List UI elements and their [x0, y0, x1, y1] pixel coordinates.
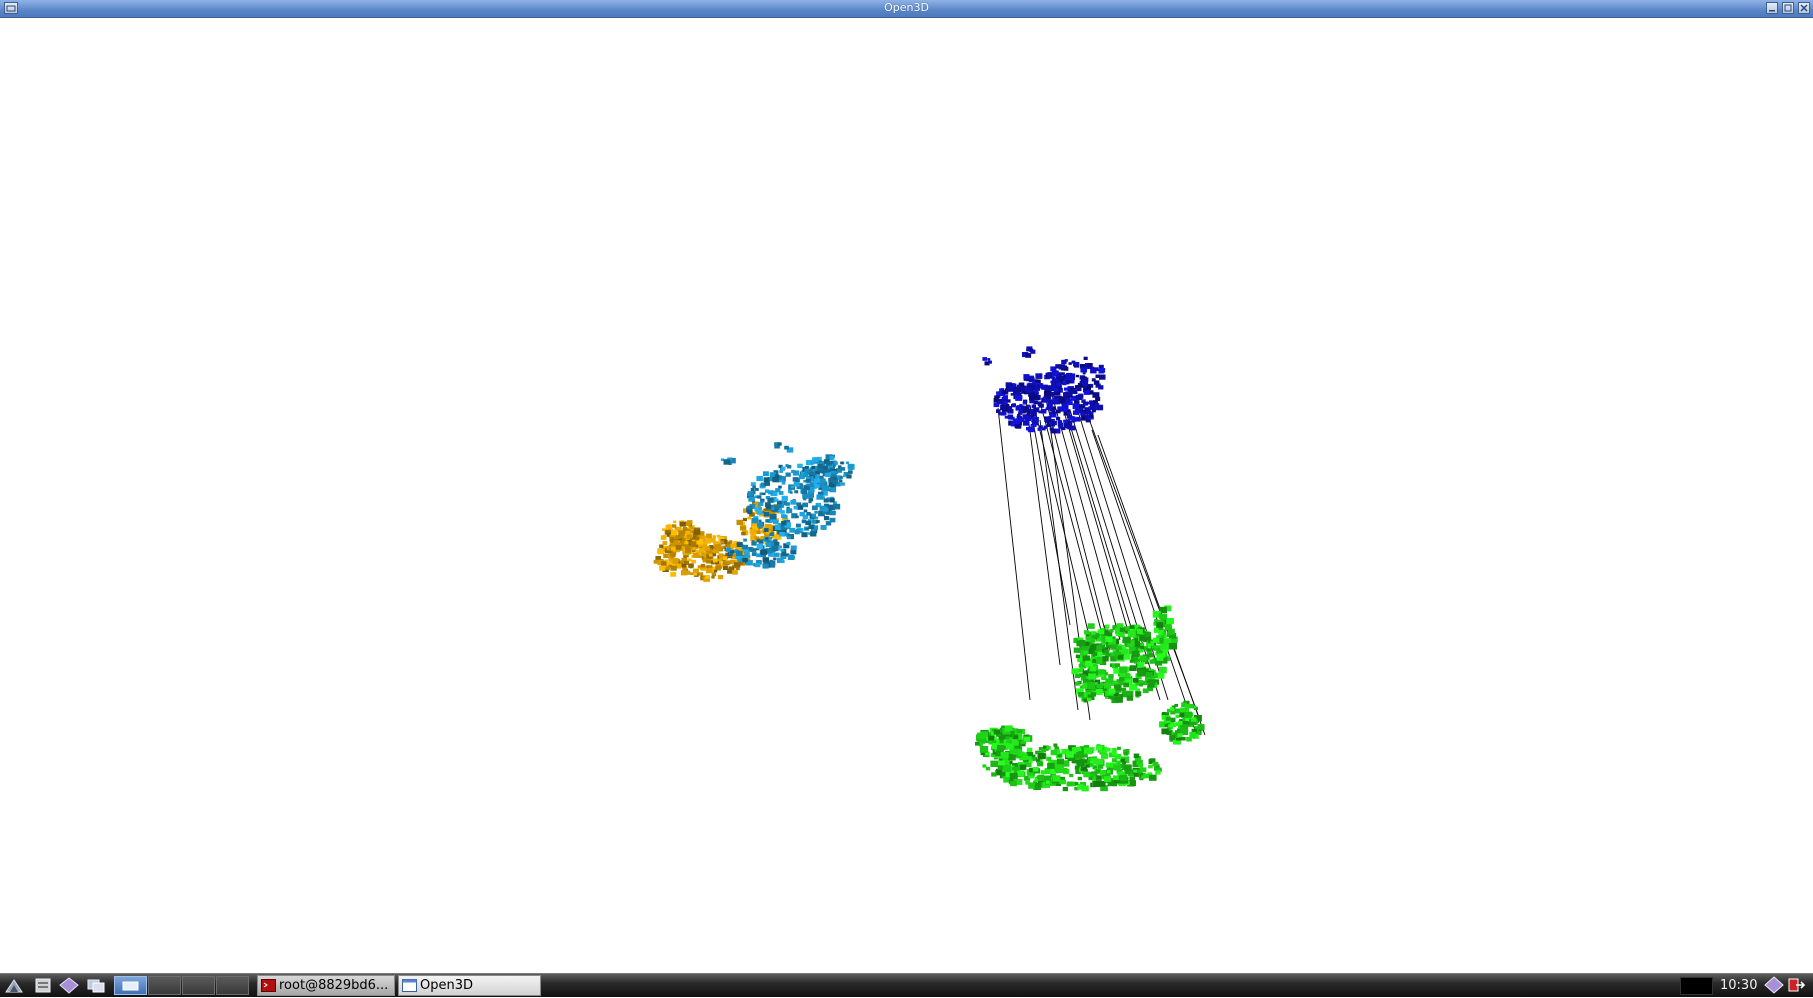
network-icon[interactable] [1764, 976, 1784, 998]
windows-icon[interactable] [84, 976, 107, 995]
window-title: Open3D [884, 1, 929, 14]
minimize-button[interactable] [1766, 2, 1778, 14]
cpu-monitor [1680, 977, 1713, 995]
taskbar: root@8829bd6... Open3D 10:30 [0, 973, 1813, 997]
desktop-4-button[interactable] [216, 976, 249, 995]
close-button[interactable] [1798, 2, 1810, 14]
logout-icon[interactable] [1786, 976, 1806, 998]
clock: 10:30 [1720, 978, 1758, 993]
window-titlebar[interactable]: Open3D [0, 0, 1813, 18]
start-menu-icon[interactable] [2, 976, 25, 995]
window-icon [402, 979, 417, 995]
task-terminal-label: root@8829bd6... [279, 978, 389, 993]
task-open3d-label: Open3D [420, 978, 474, 993]
blue-point-cloud [982, 346, 1106, 434]
green-point-cloud [975, 605, 1205, 792]
app-icon[interactable] [57, 976, 80, 995]
desktop-1-button[interactable] [114, 976, 147, 995]
file-manager-icon[interactable] [32, 976, 55, 995]
task-open3d-button[interactable]: Open3D [398, 975, 541, 996]
task-terminal-button[interactable]: root@8829bd6... [257, 975, 395, 996]
open3d-viewport[interactable] [0, 18, 1813, 973]
point-cloud-scene[interactable] [0, 18, 1813, 973]
desktop-3-button[interactable] [182, 976, 215, 995]
terminal-icon [261, 979, 276, 995]
maximize-button[interactable] [1782, 2, 1794, 14]
desktop-2-button[interactable] [148, 976, 181, 995]
